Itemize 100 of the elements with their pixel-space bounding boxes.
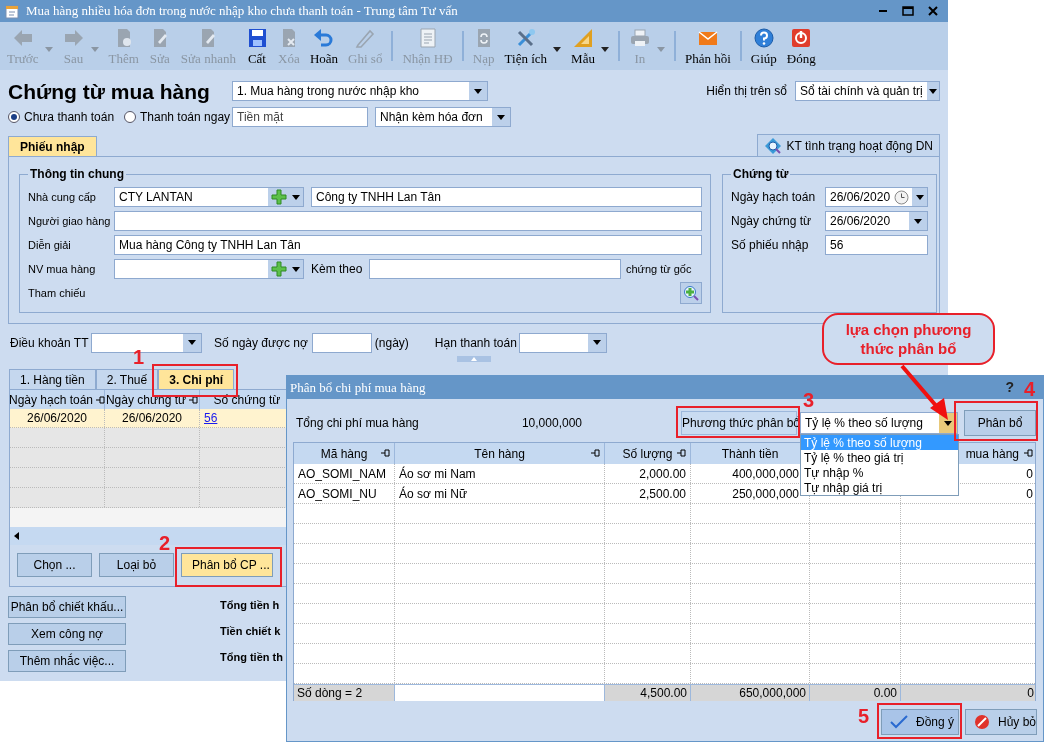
toolbar-button[interactable]: Cất — [240, 22, 273, 70]
tab[interactable]: Phiếu nhập — [8, 136, 97, 156]
caret-icon — [188, 340, 196, 345]
toolbar-button[interactable]: Đóng — [781, 22, 821, 70]
caret-icon — [553, 46, 562, 52]
table-cell: Áo sơ mi Nữ — [395, 484, 605, 503]
pencil-icon — [354, 27, 377, 49]
callout: lựa chọn phương thức phân bổ — [822, 313, 995, 365]
table-cell-text: 0 — [1025, 485, 1034, 503]
column-header[interactable]: Thành tiền — [721, 444, 779, 463]
input-field[interactable]: Công ty TNHH Lan Tân — [311, 187, 702, 207]
step-number: 5 — [858, 706, 870, 726]
field-label: NV mua hàng — [28, 261, 97, 277]
column-header[interactable]: Số lượng — [622, 444, 673, 463]
add-reference-button[interactable] — [680, 282, 702, 304]
radio-label: Thanh toán ngay — [140, 109, 231, 126]
total-label: Tổng tiền th — [220, 650, 283, 665]
clock-icon — [894, 189, 910, 205]
maximize-icon — [902, 6, 914, 16]
footer-cell: 4,500.00 — [605, 685, 691, 701]
toolbar-button[interactable]: Phản hồi — [679, 22, 736, 70]
caret-icon — [292, 266, 300, 272]
combo-box[interactable]: Sổ tài chính và quản trị — [795, 81, 940, 101]
field-label: Kèm theo — [311, 261, 364, 278]
combo-box[interactable] — [518, 332, 607, 353]
field-label: Ngày hạch toán — [731, 189, 817, 206]
combo-box[interactable]: Nhận kèm hóa đơn — [375, 107, 511, 127]
close-icon — [928, 6, 938, 16]
group-title: Chứng từ — [732, 166, 790, 183]
dropdown-option[interactable]: Tự nhập giá trị — [801, 480, 958, 495]
combo-box[interactable]: CTY LANTAN — [114, 187, 304, 207]
column-header[interactable]: Mã hàng — [320, 444, 368, 463]
caret-icon — [592, 340, 601, 345]
input-field[interactable]: 56 — [825, 235, 928, 255]
table-cell: AO_SOMI_NU — [294, 484, 395, 503]
pin-icon — [96, 395, 106, 404]
pin-icon — [189, 395, 199, 404]
action-button[interactable]: Thêm nhắc việc... — [8, 650, 126, 672]
input-field[interactable]: Mua hàng Công ty TNHH Lan Tân — [114, 235, 702, 255]
combo-box[interactable] — [114, 259, 304, 279]
input-field[interactable] — [114, 211, 702, 231]
combo-box[interactable]: Tỷ lệ % theo số lượng — [800, 412, 958, 434]
no-entry-icon — [974, 714, 990, 730]
caret-icon — [44, 46, 53, 52]
cancel-button[interactable]: Hủy bỏ — [965, 709, 1037, 735]
toolbar-button[interactable]: Giúp — [745, 22, 782, 70]
input-field[interactable] — [369, 259, 621, 279]
combo-box[interactable]: 26/06/2020 — [825, 211, 928, 231]
tab[interactable]: 1. Hàng tiền — [9, 369, 96, 389]
field-label: Tổng chi phí mua hàng — [296, 415, 420, 432]
column-header[interactable]: Tên hàng — [474, 444, 525, 463]
toolbar-button[interactable]: Mẫu — [566, 22, 614, 70]
radio-label: Chưa thanh toán — [24, 109, 115, 126]
field-label: Diễn giải — [28, 237, 72, 253]
ok-button[interactable]: Đồng ý — [881, 709, 959, 735]
scroll-left-icon — [14, 532, 19, 540]
radio-button[interactable] — [8, 111, 20, 123]
tab[interactable]: 2. Thuế — [95, 369, 159, 389]
combo-box[interactable]: 26/06/2020 — [825, 187, 928, 207]
footer-cell: 0.00 — [810, 685, 901, 701]
table-cell: AO_SOMI_NAM — [294, 464, 395, 483]
action-button[interactable]: Phân bổ chiết khấu... — [8, 596, 126, 618]
splitter-handle[interactable] — [457, 356, 491, 362]
check-status-button[interactable]: KT tình trạng hoạt động DN — [757, 134, 940, 156]
triangle-up-icon — [471, 357, 477, 361]
input-field[interactable] — [311, 332, 372, 353]
field-label: Hạn thanh toán — [434, 334, 518, 352]
field-label: Nhà cung cấp — [28, 189, 97, 205]
plus-magnifier-icon — [683, 285, 699, 301]
toolbar-button[interactable]: Hoãn — [304, 22, 344, 70]
pin-icon — [1024, 449, 1033, 457]
dropdown-option[interactable]: Tỷ lệ % theo giá trị — [801, 450, 958, 465]
step-number: 4 — [1024, 379, 1036, 399]
field-label: Ngày chứng từ — [731, 213, 813, 230]
action-button[interactable]: Xem công nợ — [8, 623, 126, 645]
caret-icon — [928, 88, 937, 94]
table-cell-text: 0 — [1025, 465, 1034, 483]
caret-icon — [600, 46, 609, 52]
combo-box[interactable]: 1. Mua hàng trong nước nhập kho — [232, 81, 488, 101]
allocate-button[interactable]: Phân bổ — [964, 410, 1036, 436]
toolbar-button[interactable]: Tiện ích — [499, 22, 567, 70]
action-button[interactable]: Loại bỏ — [99, 553, 174, 577]
voucher-link[interactable]: 56 — [204, 409, 218, 427]
field-label: chứng từ gốc — [626, 261, 692, 277]
field-label: Tham chiếu — [28, 285, 87, 301]
footer-cell: 650,000,000 — [691, 685, 810, 701]
caret-icon — [915, 194, 924, 200]
action-button[interactable]: Chọn ... — [17, 553, 92, 577]
radio-button[interactable] — [124, 111, 136, 123]
field-label: Điều khoản TT — [10, 334, 90, 352]
table-cell: 26/06/2020 — [10, 409, 105, 427]
tab[interactable]: 3. Chi phí — [158, 369, 235, 389]
notepad-icon — [4, 3, 20, 19]
table-cell: 2,500.00 — [605, 484, 691, 503]
plus-icon — [271, 261, 287, 277]
dropdown-option[interactable]: Tự nhập % — [801, 465, 958, 480]
action-button[interactable]: Phân bổ CP ... — [181, 553, 273, 577]
column-header[interactable]: mua hàng — [965, 444, 1019, 463]
help-button[interactable]: ? — [1005, 377, 1014, 398]
arrow — [900, 364, 948, 420]
